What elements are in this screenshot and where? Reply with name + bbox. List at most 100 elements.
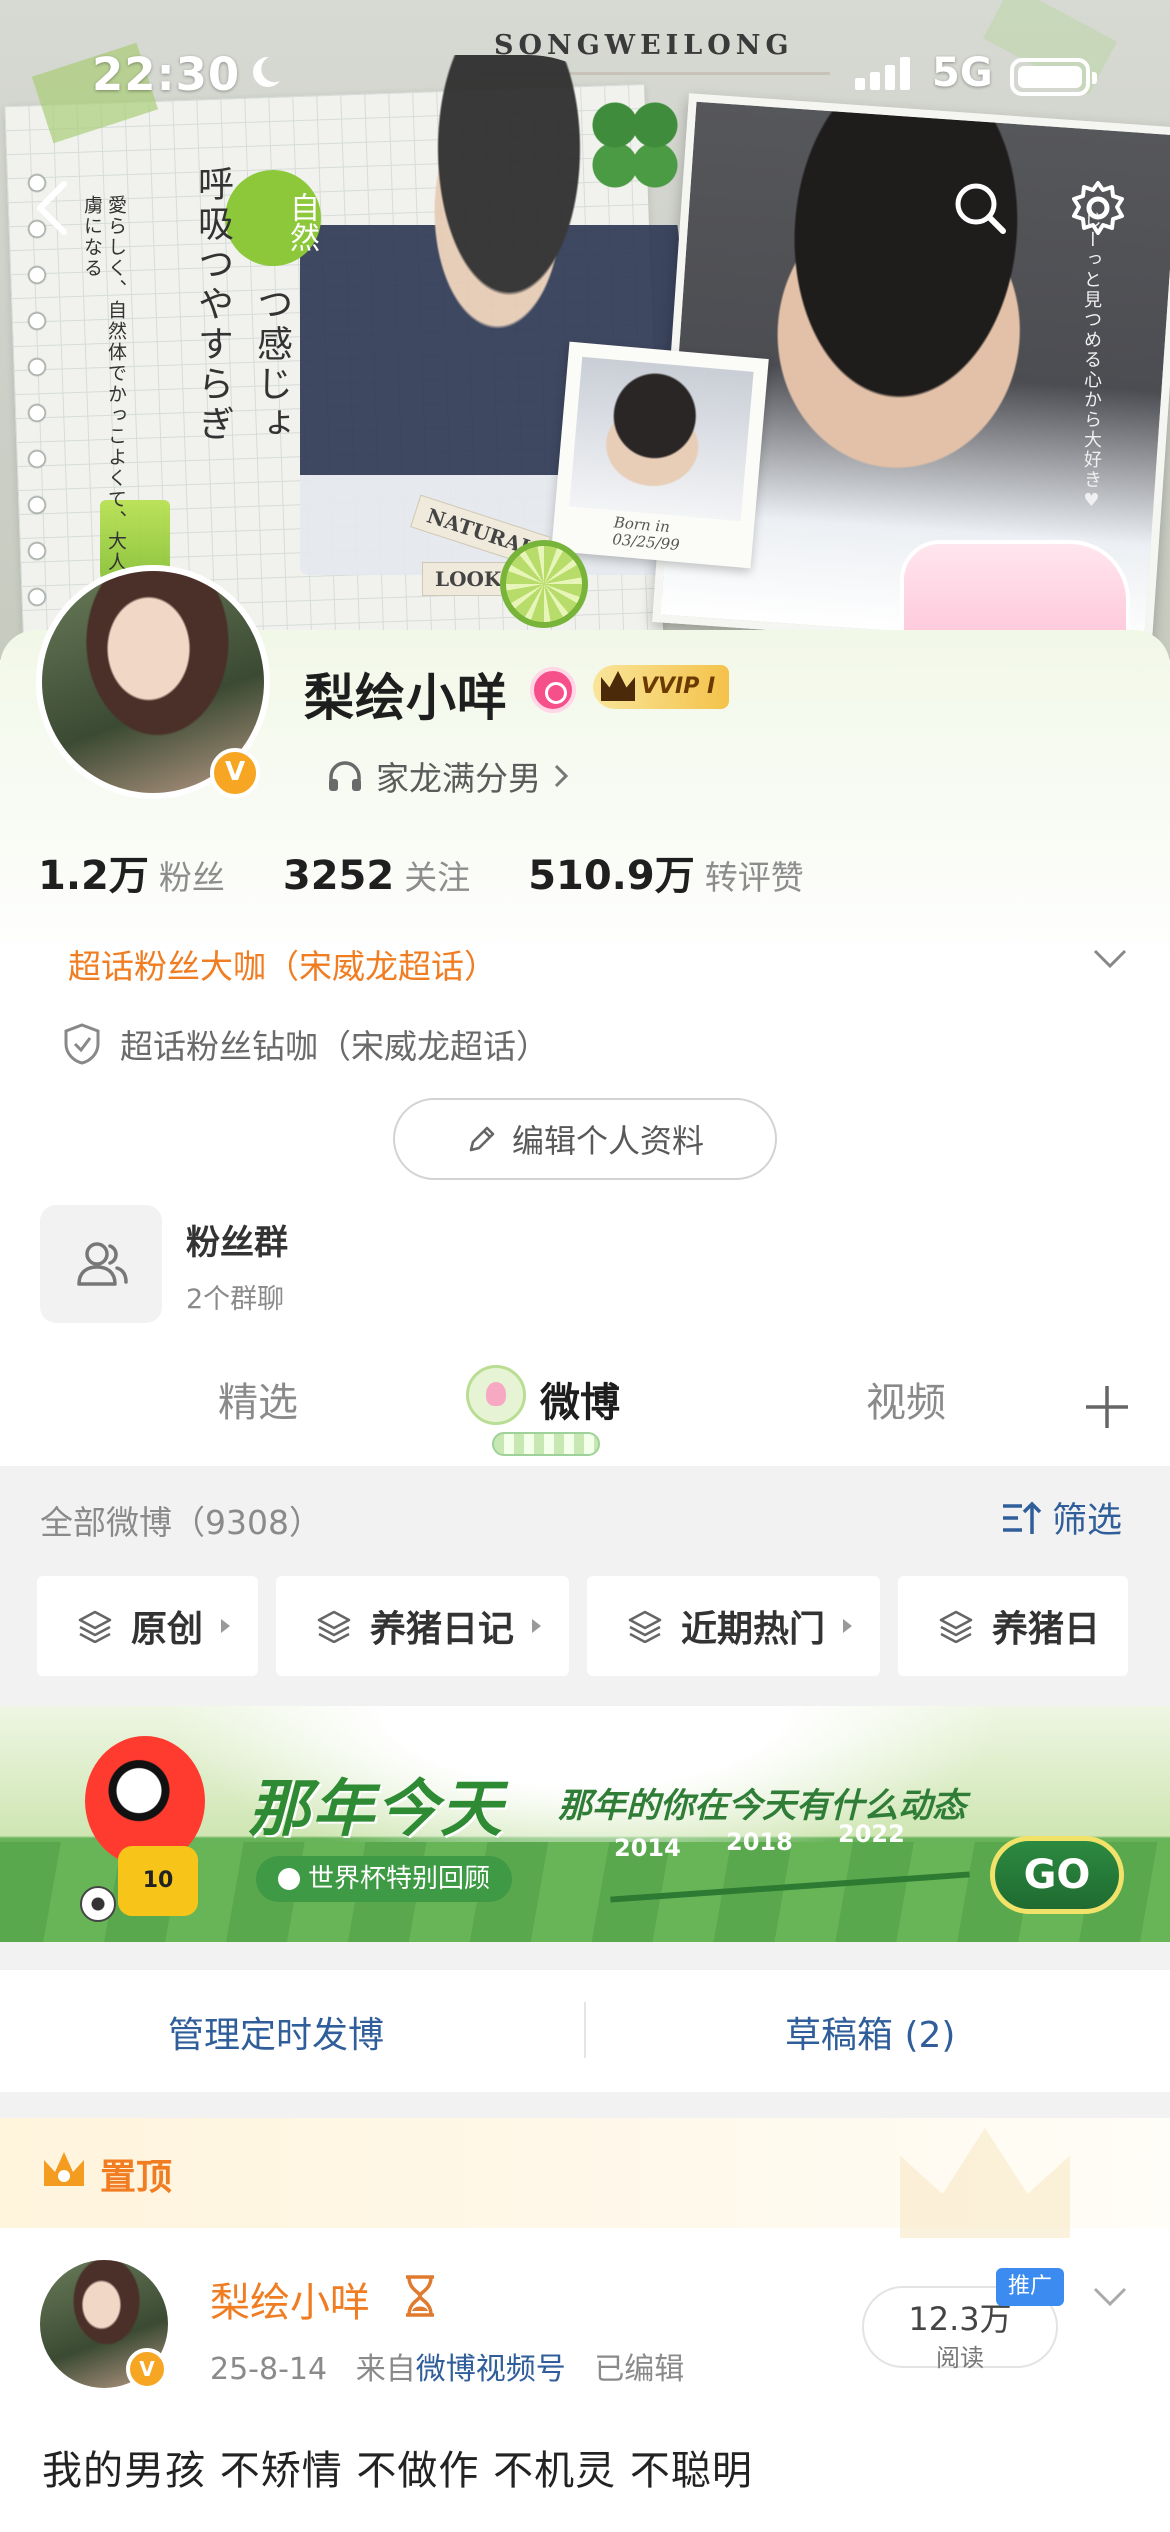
profile-cover[interactable]: SONGWEILONG 自然 呼吸つやすらぎ つ感じょ 愛らしく、自然体でかっこ… <box>0 0 1170 660</box>
memories-banner[interactable]: 10 那年今天 那年的你在今天有什么动态 世界杯特别回顾 2014 2018 2… <box>0 1706 1170 1942</box>
layers-icon <box>628 1610 662 1643</box>
banner-subtitle: 那年的你在今天有什么动态 <box>558 1786 966 1826</box>
layers-icon <box>78 1610 112 1643</box>
mascot-jersey: 10 <box>118 1846 198 1916</box>
music-link[interactable]: 家龙满分男 <box>326 752 569 800</box>
caret-right-icon <box>221 1619 231 1633</box>
post-source-prefix: 来自 <box>355 2352 416 2387</box>
profile-stats: 1.2万 粉丝 3252 关注 510.9万 转评赞 <box>38 843 862 901</box>
scheduled-posts-button[interactable]: 管理定时发博 <box>168 2006 384 2058</box>
post-source-link[interactable]: 微博视频号 <box>416 2352 566 2387</box>
fan-level-subtitle[interactable]: 超话粉丝钻咖（宋威龙超话） <box>62 1020 549 1068</box>
tab-video[interactable]: 视频 <box>866 1370 946 1428</box>
timeline-year: 2018 <box>726 1828 793 1856</box>
polaroid-caption: Born in 03/25/99 <box>611 513 681 555</box>
manage-bar: 管理定时发博 草稿箱 (2) <box>0 1970 1170 2092</box>
cover-right-text: じーっと見つめる心から大好き♥ <box>1081 210 1102 513</box>
stat-value: 1.2万 <box>38 853 149 899</box>
tab-sticker-icon <box>466 1365 526 1425</box>
banner-go-button[interactable]: GO <box>990 1836 1124 1914</box>
post-meta: 25-8-14 来自微博视频号 已编辑 <box>210 2344 684 2388</box>
plus-icon[interactable] <box>1082 1382 1132 1432</box>
category-chip[interactable]: 近期热门 <box>587 1576 881 1676</box>
pencil-icon <box>469 1126 495 1152</box>
edit-profile-button[interactable]: 编辑个人资料 <box>393 1098 777 1180</box>
moon-icon <box>253 56 280 87</box>
lime-sticker <box>500 540 588 628</box>
status-bar: 22:30 5G <box>0 40 1170 110</box>
back-icon[interactable] <box>30 178 74 238</box>
fan-level-title[interactable]: 超话粉丝大咖（宋威龙超话） <box>68 940 497 988</box>
category-label: 养猪日记 <box>370 1609 515 1650</box>
verified-badge-icon: V <box>210 748 260 798</box>
vvip-badge[interactable]: VVIP I <box>593 665 730 709</box>
cover-polaroid: Born in 03/25/99 <box>551 341 769 569</box>
search-icon[interactable] <box>950 178 1010 238</box>
crown-icon <box>601 671 635 701</box>
shield-icon <box>64 1023 100 1065</box>
tab-weibo[interactable]: 微博 <box>540 1370 620 1428</box>
profile-tabs: 精选 微博 视频 <box>0 1360 1170 1460</box>
group-chat-icon <box>40 1205 162 1323</box>
category-label: 养猪日 <box>992 1609 1101 1650</box>
battery-icon <box>1010 58 1097 96</box>
network-label: 5G <box>932 50 993 96</box>
vvip-label: VVIP I <box>641 674 716 699</box>
chevron-right-icon <box>554 764 569 788</box>
post-text: 我的男孩 不矫情 不做作 不机灵 不聪明 <box>42 2448 753 2494</box>
drafts-button[interactable]: 草稿箱 (2) <box>785 2006 955 2058</box>
read-count-label: 阅读 <box>936 2344 984 2372</box>
crown-icon <box>44 2152 84 2186</box>
tab-featured[interactable]: 精选 <box>218 1370 298 1428</box>
promote-badge[interactable]: 推广 <box>996 2268 1065 2306</box>
cover-vertical-text: 呼吸つやすらぎ <box>192 165 233 445</box>
all-posts-count: 全部微博（9308） <box>40 1503 322 1542</box>
stat-followers[interactable]: 1.2万 粉丝 <box>38 843 225 901</box>
profile-username: 梨绘小咩 <box>304 669 508 727</box>
group-title: 粉丝群 <box>186 1223 288 1263</box>
hourglass-icon <box>406 2275 434 2317</box>
edit-profile-label: 编辑个人资料 <box>511 1122 704 1160</box>
filter-icon <box>1003 1501 1042 1534</box>
pinned-label: 置顶 <box>100 2157 173 2198</box>
stat-label: 转评赞 <box>704 858 804 897</box>
headphones-icon <box>329 761 361 791</box>
category-chips: 原创 养猪日记 近期热门 养猪日 <box>37 1576 1129 1676</box>
stat-label: 关注 <box>404 858 471 897</box>
category-label: 近期热门 <box>681 1609 826 1650</box>
stat-value: 3252 <box>282 853 395 899</box>
gear-icon[interactable] <box>1068 178 1128 238</box>
post-date: 25-8-14 <box>210 2352 328 2387</box>
stat-following[interactable]: 3252 关注 <box>283 851 470 899</box>
cover-vertical-text: つ感じょ <box>251 285 292 445</box>
divider <box>584 2002 586 2058</box>
post-author-name[interactable]: 梨绘小咩 <box>210 2270 370 2328</box>
chevron-down-icon[interactable] <box>1092 948 1128 970</box>
layers-icon <box>317 1610 351 1643</box>
caret-right-icon <box>843 1619 853 1633</box>
timeline-year: 2014 <box>614 1834 681 1862</box>
banner-pill-label: 世界杯特别回顾 <box>308 1864 491 1894</box>
category-chip[interactable]: 养猪日记 <box>276 1576 570 1676</box>
music-label: 家龙满分男 <box>376 759 541 798</box>
post-edited: 已编辑 <box>594 2352 685 2387</box>
category-chip[interactable]: 养猪日 <box>898 1576 1129 1676</box>
category-chip[interactable]: 原创 <box>37 1576 259 1676</box>
filter-button[interactable]: 筛选 <box>1000 1492 1122 1543</box>
clover-sticker <box>585 95 685 195</box>
category-label: 原创 <box>131 1609 204 1650</box>
tab-active-indicator <box>492 1432 600 1456</box>
cover-badge-text: 自然 <box>225 170 321 266</box>
caret-right-icon <box>532 1619 542 1633</box>
stat-value: 510.9万 <box>528 853 695 899</box>
chevron-down-icon[interactable] <box>1092 2286 1128 2308</box>
pinned-post[interactable]: 置顶 V 梨绘小咩 25-8-14 来自微博视频号 已编辑 12.3万 阅读 推… <box>0 2118 1170 2532</box>
layers-icon <box>939 1610 973 1643</box>
banner-title: 那年今天 <box>248 1772 505 1845</box>
stat-interactions[interactable]: 510.9万 转评赞 <box>528 843 804 901</box>
soccer-ball-icon <box>80 1886 116 1922</box>
fan-subtitle-label: 超话粉丝钻咖（宋威龙超话） <box>120 1027 549 1066</box>
verified-badge-icon: V <box>126 2348 168 2390</box>
timeline-year: 2022 <box>838 1820 905 1848</box>
superfan-badge-icon[interactable] <box>530 667 576 713</box>
